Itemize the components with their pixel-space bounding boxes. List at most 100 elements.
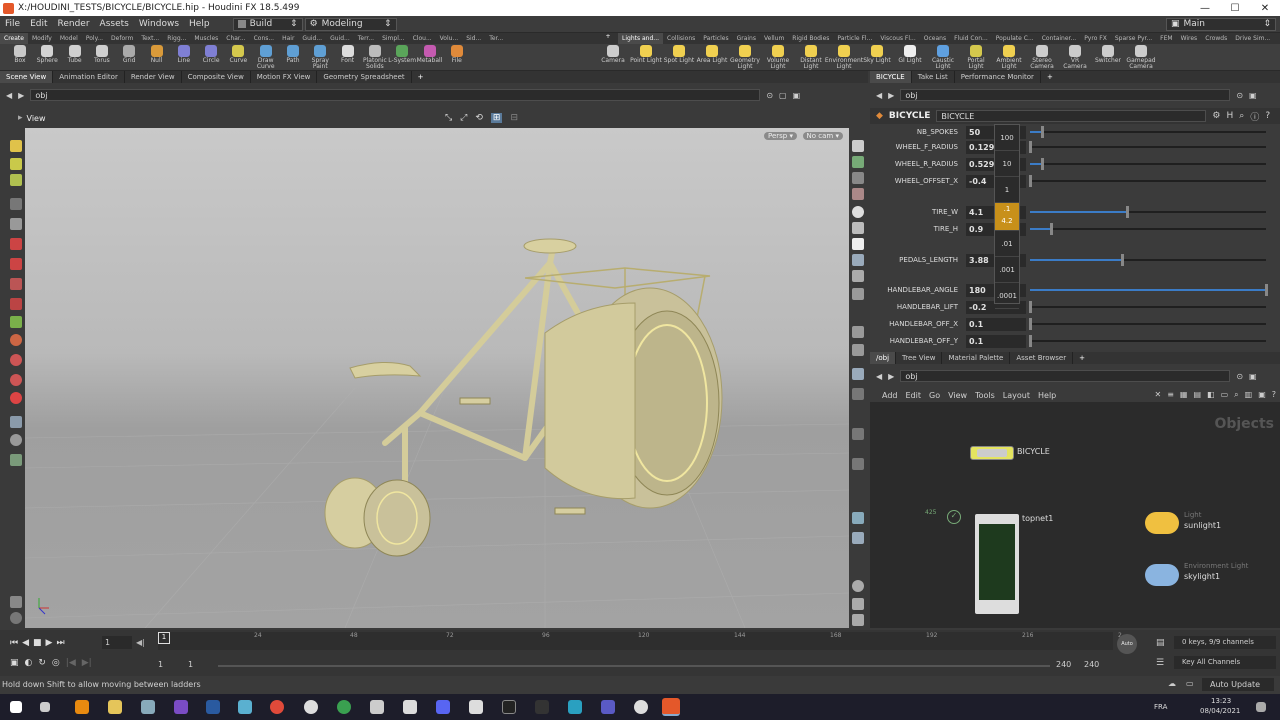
forward-arrow-icon[interactable]: ▶ — [888, 372, 894, 381]
range-slider[interactable] — [218, 665, 1050, 667]
topnet-node[interactable] — [975, 514, 1019, 614]
param-slider[interactable] — [1030, 206, 1266, 218]
grid-icon[interactable]: ▦ — [1180, 390, 1188, 400]
windows-start-icon[interactable] — [10, 701, 22, 713]
playhead[interactable]: 1 — [158, 632, 170, 644]
palette-icon[interactable]: ◧ — [1207, 390, 1215, 400]
ladder-step[interactable]: .01 — [995, 231, 1019, 257]
light-bulb-icon[interactable] — [852, 532, 864, 544]
play-reverse-icon[interactable]: ◀ — [22, 638, 29, 648]
bicycle-node[interactable] — [970, 446, 1014, 460]
shelf-tool-button[interactable]: Point Light — [630, 45, 662, 70]
rotate-red-icon[interactable] — [10, 278, 22, 290]
green-tool-icon[interactable] — [10, 316, 22, 328]
param-slider[interactable] — [1029, 175, 1266, 187]
app-icon-2[interactable] — [337, 700, 351, 714]
ladder-step[interactable]: 100 — [995, 125, 1019, 151]
lock-icon[interactable] — [10, 218, 22, 230]
scale-red-icon[interactable] — [10, 258, 22, 270]
camera-menu[interactable]: No cam ▾ — [802, 132, 843, 140]
bounding-icon[interactable] — [852, 428, 864, 440]
add-tab-icon[interactable]: + — [1041, 73, 1059, 81]
info-icon[interactable]: ⓘ — [1250, 110, 1259, 123]
workspace-combo[interactable]: ⚙ Modeling ⇕ — [304, 17, 397, 31]
explorer-icon[interactable] — [108, 700, 122, 714]
ladder-step[interactable]: 1 — [995, 177, 1019, 203]
add-tab-icon[interactable]: + — [1073, 354, 1091, 362]
net-menu-go[interactable]: Go — [929, 391, 940, 400]
zoom-icon[interactable]: ⌕ — [1234, 390, 1238, 400]
shelf-tab[interactable]: Cons... — [250, 33, 279, 44]
shelf-tab[interactable]: Muscles — [190, 33, 222, 44]
menu-assets[interactable]: Assets — [95, 19, 134, 29]
shelf-tab[interactable]: Volu... — [436, 33, 463, 44]
ladder-step[interactable]: 10 — [995, 151, 1019, 177]
grid-view-icon[interactable] — [852, 598, 864, 610]
chrome-icon[interactable] — [270, 700, 284, 714]
tab-bicycle[interactable]: BICYCLE — [870, 71, 912, 83]
app-icon-3[interactable] — [370, 700, 384, 714]
rotate-tool-icon[interactable]: ⟲ — [475, 113, 483, 123]
net-menu-help[interactable]: Help — [1038, 391, 1056, 400]
key-list-icon[interactable]: ☰ — [1156, 658, 1164, 668]
shelf-tool-button[interactable]: File — [441, 45, 473, 70]
network-path-field[interactable]: obj — [900, 370, 1231, 382]
shading-icon[interactable] — [852, 206, 864, 218]
notepad-icon[interactable] — [238, 700, 252, 714]
shelf-tab[interactable]: Fluid Con... — [950, 33, 992, 44]
tab-tree-view[interactable]: Tree View — [896, 352, 943, 364]
step-back-icon[interactable]: ◀| — [136, 638, 145, 647]
layout-icon[interactable] — [852, 614, 864, 626]
update-mode-menu[interactable]: Auto Update — [1202, 678, 1274, 691]
main-combo[interactable]: ▣ Main ⇕ — [1166, 17, 1276, 31]
value-ladder[interactable]: 100 10 1.1 4.2.01.001.0001 — [994, 124, 1020, 309]
shelf-tab[interactable]: Terr... — [354, 33, 378, 44]
clock-date[interactable]: 08/04/2021 — [1200, 707, 1240, 715]
tab-motion-fx-view[interactable]: Motion FX View — [251, 71, 318, 83]
select-arrow-icon[interactable] — [10, 140, 22, 152]
visual-studio-icon[interactable] — [174, 700, 188, 714]
key-channels-icon[interactable]: ▤ — [1156, 638, 1165, 648]
snap-prim-icon[interactable] — [10, 374, 22, 386]
shelf-tab[interactable]: Rigg... — [163, 33, 190, 44]
transform-red-icon[interactable] — [10, 238, 22, 250]
search-icon[interactable]: ⌕ — [1239, 111, 1244, 121]
shelf-tab[interactable]: Ter... — [485, 33, 507, 44]
headlight-icon[interactable] — [852, 238, 864, 250]
table-icon[interactable]: ▥ — [1245, 390, 1253, 400]
jump-end-icon[interactable]: ⏭ — [56, 638, 64, 648]
task-view-icon[interactable] — [40, 702, 50, 712]
param-value-field[interactable]: 0.1 — [966, 334, 1026, 348]
param-slider[interactable] — [1029, 318, 1266, 330]
param-slider[interactable] — [1030, 126, 1266, 138]
slider-knob[interactable] — [1040, 126, 1044, 138]
handle-tool-icon[interactable] — [10, 158, 22, 170]
menu-help[interactable]: Help — [184, 19, 215, 29]
param-slider[interactable] — [1030, 223, 1266, 235]
param-slider[interactable] — [1030, 158, 1266, 170]
ghost-icon[interactable] — [10, 612, 22, 624]
shelf-tool-button[interactable]: VR Camera — [1059, 45, 1091, 70]
select-tool-icon[interactable]: ⤡ — [445, 113, 452, 123]
close-button[interactable]: ✕ — [1250, 3, 1280, 14]
param-slider[interactable] — [1029, 141, 1266, 153]
vlc-icon[interactable] — [75, 700, 89, 714]
param-slider[interactable] — [1030, 254, 1266, 266]
back-arrow-icon[interactable]: ◀ — [876, 91, 882, 100]
slider-knob[interactable] — [1050, 223, 1054, 235]
ghost-display-icon[interactable] — [852, 270, 864, 282]
auto-key-button[interactable]: Auto — [1117, 634, 1137, 654]
shelf-tool-button[interactable]: Ambient Light — [993, 45, 1025, 70]
shelf-tab[interactable]: Create — [0, 33, 28, 44]
language-indicator[interactable]: FRA — [1154, 703, 1167, 711]
shelf-tab[interactable]: Text... — [137, 33, 163, 44]
powershell-icon[interactable] — [206, 700, 220, 714]
loop-icon[interactable]: ↻ — [38, 658, 46, 668]
forward-arrow-icon[interactable]: ▶ — [888, 91, 894, 100]
range-end[interactable]: 240 — [1056, 660, 1071, 669]
visibility-icon[interactable] — [852, 156, 864, 168]
stop-icon[interactable]: ■ — [33, 638, 42, 648]
menu-windows[interactable]: Windows — [134, 19, 184, 29]
add-tab-icon[interactable]: + — [412, 73, 430, 81]
shelf-tab[interactable]: Particle Fl... — [833, 33, 876, 44]
